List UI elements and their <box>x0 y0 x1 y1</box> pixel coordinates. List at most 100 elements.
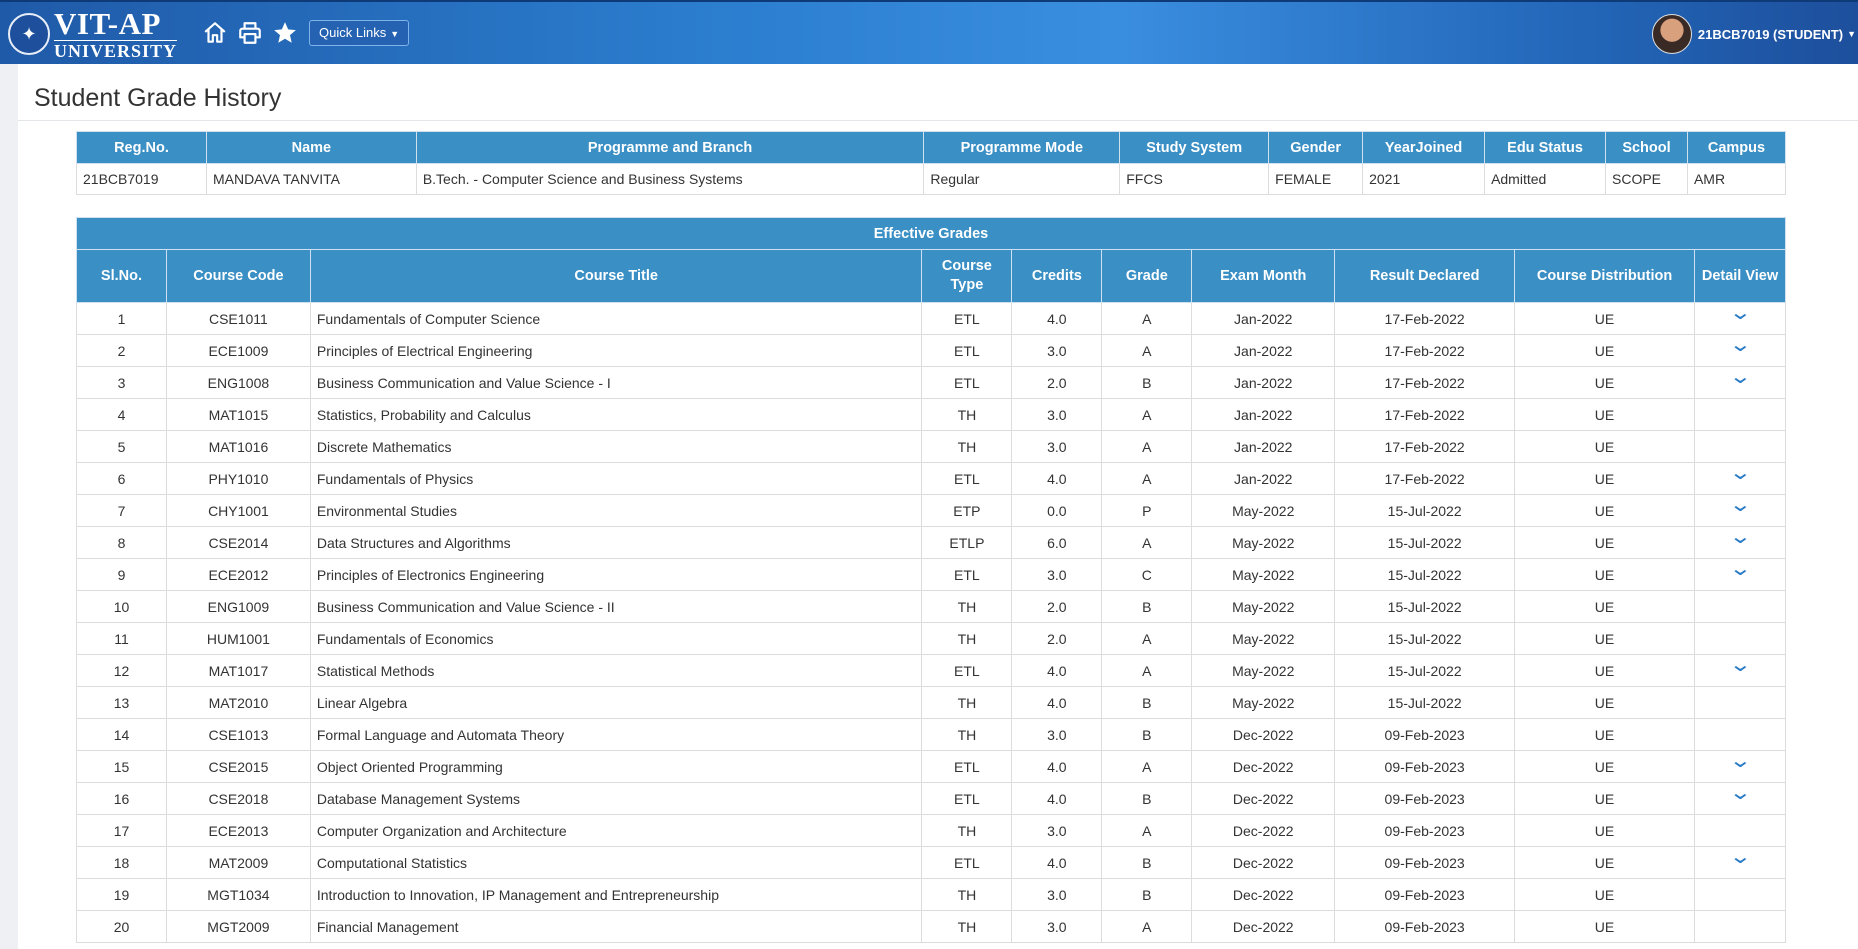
chevron-down-icon[interactable]: ⌄ <box>1728 495 1751 515</box>
detail-view-cell[interactable]: ⌄ <box>1693 782 1787 815</box>
credits-cell: 4.0 <box>1011 654 1103 687</box>
chevron-down-icon[interactable]: ⌄ <box>1728 367 1751 387</box>
print-icon[interactable] <box>237 20 263 46</box>
serial-cell: 10 <box>76 590 167 623</box>
chevron-down-icon[interactable]: ⌄ <box>1728 751 1751 771</box>
course-distribution-cell: UE <box>1514 430 1695 463</box>
course-distribution-cell: UE <box>1514 462 1695 495</box>
course-title-cell: Fundamentals of Physics <box>309 462 923 495</box>
info-value-cell: B.Tech. - Computer Science and Business … <box>415 163 925 195</box>
serial-cell: 13 <box>76 686 167 719</box>
course-distribution-cell: UE <box>1514 718 1695 751</box>
detail-view-cell[interactable]: ⌄ <box>1693 526 1787 559</box>
course-type-cell: TH <box>921 718 1013 751</box>
course-distribution-cell: UE <box>1514 814 1695 847</box>
grade-cell: A <box>1101 526 1193 559</box>
grade-cell: A <box>1101 814 1193 847</box>
exam-month-cell: May-2022 <box>1191 654 1336 687</box>
credits-cell: 3.0 <box>1011 878 1103 911</box>
detail-view-cell[interactable]: ⌄ <box>1693 494 1787 527</box>
course-code-cell: MAT2009 <box>165 846 311 879</box>
grades-header-row: Sl.No. Course Code Course Title Course Type… <box>76 249 1787 303</box>
chevron-down-icon[interactable]: ⌄ <box>1728 559 1751 579</box>
grades-header-cell: Result Declared <box>1334 249 1516 303</box>
exam-month-cell: Jan-2022 <box>1191 334 1336 367</box>
detail-view-cell[interactable]: ⌄ <box>1693 334 1787 367</box>
credits-cell: 2.0 <box>1011 590 1103 623</box>
credits-cell: 4.0 <box>1011 302 1103 335</box>
chevron-down-icon[interactable]: ⌄ <box>1728 655 1751 675</box>
star-icon[interactable] <box>272 20 298 46</box>
user-name[interactable]: 21BCB7019 (STUDENT) <box>1698 27 1843 42</box>
course-type-cell: ETL <box>921 366 1013 399</box>
course-type-cell: TH <box>921 398 1013 431</box>
grades-body: 1 CSE1011 Fundamentals of Computer Science… <box>76 302 1787 943</box>
detail-view-cell[interactable]: ⌄ <box>1693 654 1787 687</box>
detail-view-cell <box>1693 622 1787 655</box>
logo-line2: UNIVERSITY <box>54 40 178 61</box>
chevron-down-icon[interactable]: ⌄ <box>1728 303 1751 323</box>
detail-view-cell[interactable]: ⌄ <box>1693 302 1787 335</box>
chevron-down-icon[interactable]: ⌄ <box>1728 847 1751 867</box>
course-type-cell: ETL <box>921 462 1013 495</box>
grade-cell: P <box>1101 494 1193 527</box>
serial-cell: 19 <box>76 878 167 911</box>
grade-cell: A <box>1101 622 1193 655</box>
credits-cell: 2.0 <box>1011 622 1103 655</box>
user-menu[interactable]: 21BCB7019 (STUDENT) ▼ <box>1651 14 1858 54</box>
table-row: 20 MGT2009 Financial Management TH 3.0 A Dec-2… <box>76 910 1787 943</box>
course-distribution-cell: UE <box>1514 398 1695 431</box>
course-title-cell: Business Communication and Value Science… <box>309 366 923 399</box>
course-code-cell: MAT1017 <box>165 654 311 687</box>
info-header-cell: Programme Mode <box>923 131 1121 164</box>
table-row: 5 MAT1016 Discrete Mathematics TH 3.0 A Jan-20… <box>76 430 1787 463</box>
info-value-cell: 21BCB7019 <box>76 163 207 195</box>
course-code-cell: CSE2018 <box>165 782 311 815</box>
home-icon[interactable] <box>202 20 228 46</box>
chevron-down-icon[interactable]: ⌄ <box>1728 527 1751 547</box>
course-type-cell: ETL <box>921 782 1013 815</box>
caret-down-icon: ▼ <box>390 29 400 39</box>
quick-links-dropdown[interactable]: Quick Links ▼ <box>309 20 410 46</box>
detail-view-cell[interactable]: ⌄ <box>1693 462 1787 495</box>
exam-month-cell: May-2022 <box>1191 494 1336 527</box>
student-info-table: Reg.No. Name Programme and Branch Programme… <box>76 131 1787 195</box>
info-value-cell: FEMALE <box>1268 163 1364 195</box>
course-title-cell: Business Communication and Value Science… <box>309 590 923 623</box>
serial-cell: 1 <box>76 302 167 335</box>
avatar[interactable] <box>1651 14 1692 54</box>
detail-view-cell <box>1693 878 1787 911</box>
grades-header-cell: Grade <box>1101 249 1193 303</box>
grades-header-cell: Detail View <box>1693 249 1787 303</box>
credits-cell: 3.0 <box>1011 814 1103 847</box>
detail-view-cell <box>1693 398 1787 431</box>
info-value-cell: AMR <box>1686 163 1787 195</box>
course-distribution-cell: UE <box>1514 782 1695 815</box>
grades-table: Effective Grades Sl.No. Course Code Course… <box>76 217 1787 943</box>
detail-view-cell[interactable]: ⌄ <box>1693 750 1787 783</box>
detail-view-cell[interactable]: ⌄ <box>1693 558 1787 591</box>
chevron-down-icon[interactable]: ⌄ <box>1728 463 1751 483</box>
university-logo[interactable]: ✦ VIT-AP UNIVERSITY <box>8 6 178 61</box>
grade-cell: B <box>1101 686 1193 719</box>
info-header-cell: School <box>1605 131 1688 164</box>
grade-cell: B <box>1101 718 1193 751</box>
detail-view-cell[interactable]: ⌄ <box>1693 846 1787 879</box>
result-declared-cell: 15-Jul-2022 <box>1334 686 1516 719</box>
detail-view-cell[interactable]: ⌄ <box>1693 366 1787 399</box>
course-type-cell: ETL <box>921 654 1013 687</box>
course-distribution-cell: UE <box>1514 526 1695 559</box>
chevron-down-icon[interactable]: ⌄ <box>1728 783 1751 803</box>
info-value-cell: FFCS <box>1119 163 1270 195</box>
course-title-cell: Database Management Systems <box>309 782 923 815</box>
serial-cell: 17 <box>76 814 167 847</box>
exam-month-cell: Jan-2022 <box>1191 462 1336 495</box>
result-declared-cell: 09-Feb-2023 <box>1334 718 1516 751</box>
logo-line1: VIT-AP <box>54 6 161 41</box>
caret-down-icon[interactable]: ▼ <box>1847 29 1856 39</box>
chevron-down-icon[interactable]: ⌄ <box>1728 335 1751 355</box>
table-row: 14 CSE1013 Formal Language and Automata Th… <box>76 718 1787 751</box>
result-declared-cell: 09-Feb-2023 <box>1334 910 1516 943</box>
exam-month-cell: Jan-2022 <box>1191 302 1336 335</box>
info-value-cell: SCOPE <box>1605 163 1688 195</box>
